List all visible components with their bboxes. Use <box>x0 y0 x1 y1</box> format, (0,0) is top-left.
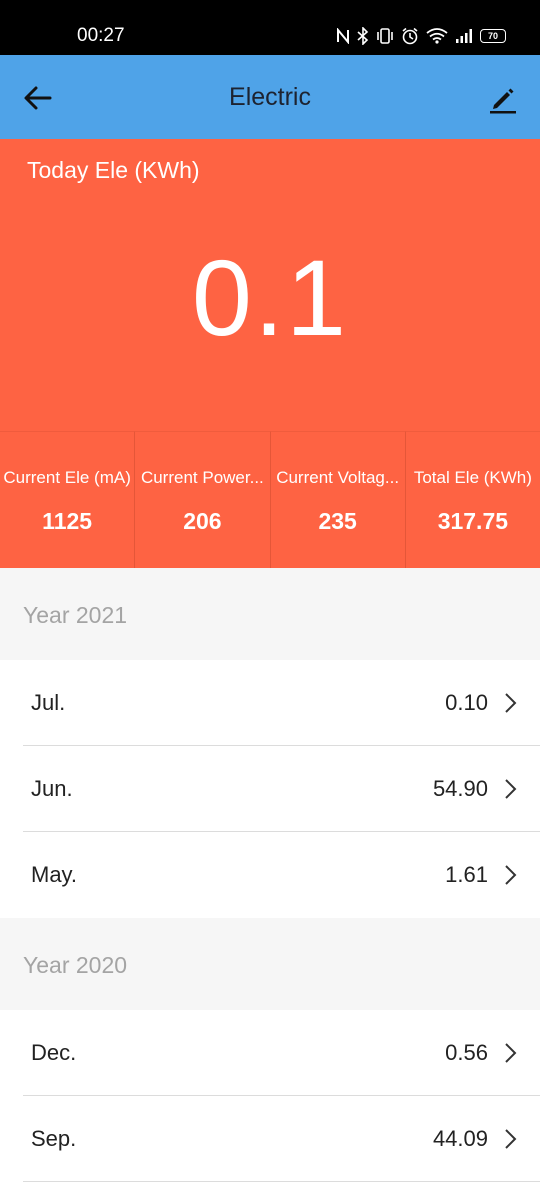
nfc-icon <box>337 28 349 44</box>
month-row-jun[interactable]: Jun. 54.90 <box>0 746 540 832</box>
stat-label: Total Ele (KWh) <box>413 468 532 487</box>
year-title: Year 2021 <box>23 602 128 628</box>
month-label: Dec. <box>31 1040 77 1065</box>
chevron-right-icon <box>505 865 517 885</box>
status-bar: 00:27 70 <box>0 0 540 55</box>
today-usage-label: Today Ele (KWh) <box>27 157 200 183</box>
month-label: Jul. <box>31 690 66 715</box>
alarm-icon <box>402 27 418 45</box>
stat-label: Current Ele (mA) <box>3 468 131 487</box>
month-row-jul[interactable]: Jul. 0.10 <box>0 660 540 746</box>
page-title: Electric <box>229 83 311 111</box>
stat-current-power: Current Power... 206 <box>134 431 270 568</box>
month-row-sep[interactable]: Sep. 44.09 <box>0 1096 540 1182</box>
stat-label: Current Voltag... <box>276 468 400 487</box>
stat-label: Current Power... <box>140 468 264 487</box>
status-icons: 70 <box>336 25 506 47</box>
month-row-dec[interactable]: Dec. 0.56 <box>0 1010 540 1096</box>
month-value: 44.09 <box>432 1126 488 1151</box>
year-section-header: Year 2021 <box>0 568 540 660</box>
month-value: 54.90 <box>432 776 488 801</box>
bluetooth-icon <box>357 27 369 45</box>
stat-value: 206 <box>183 508 222 534</box>
battery-icon: 70 <box>480 29 506 43</box>
signal-icon <box>456 29 472 43</box>
stat-current-ele: Current Ele (mA) 1125 <box>0 431 135 568</box>
today-usage-value: 0.1 <box>191 237 349 358</box>
stat-current-voltage: Current Voltag... 235 <box>269 431 405 568</box>
chevron-right-icon <box>505 779 517 799</box>
row-divider <box>23 1181 540 1182</box>
vibrate-icon <box>377 28 393 44</box>
app-bar: Electric <box>0 55 540 139</box>
month-value: 0.10 <box>445 690 488 715</box>
stat-value: 317.75 <box>437 508 509 534</box>
wifi-icon <box>426 28 448 44</box>
stat-total-ele: Total Ele (KWh) 317.75 <box>404 431 540 568</box>
stat-value: 235 <box>318 508 357 534</box>
month-label: Jun. <box>31 776 73 801</box>
stat-value: 1125 <box>42 508 93 534</box>
stats-grid: Current Ele (mA) 1125 Current Power... 2… <box>0 431 540 568</box>
month-value: 0.56 <box>445 1040 488 1065</box>
chevron-right-icon <box>505 693 517 713</box>
edit-pencil-icon[interactable] <box>488 84 518 114</box>
month-row-may[interactable]: May. 1.61 <box>0 832 540 918</box>
month-label: Sep. <box>31 1126 77 1151</box>
status-time: 00:27 <box>77 25 125 46</box>
year-section-header: Year 2020 <box>0 918 540 1010</box>
year-title: Year 2020 <box>23 952 128 978</box>
today-usage-panel: Today Ele (KWh) 0.1 <box>0 139 540 431</box>
chevron-right-icon <box>505 1043 517 1063</box>
chevron-right-icon <box>505 1129 517 1149</box>
month-label: May. <box>31 862 78 887</box>
month-value: 1.61 <box>445 862 488 887</box>
